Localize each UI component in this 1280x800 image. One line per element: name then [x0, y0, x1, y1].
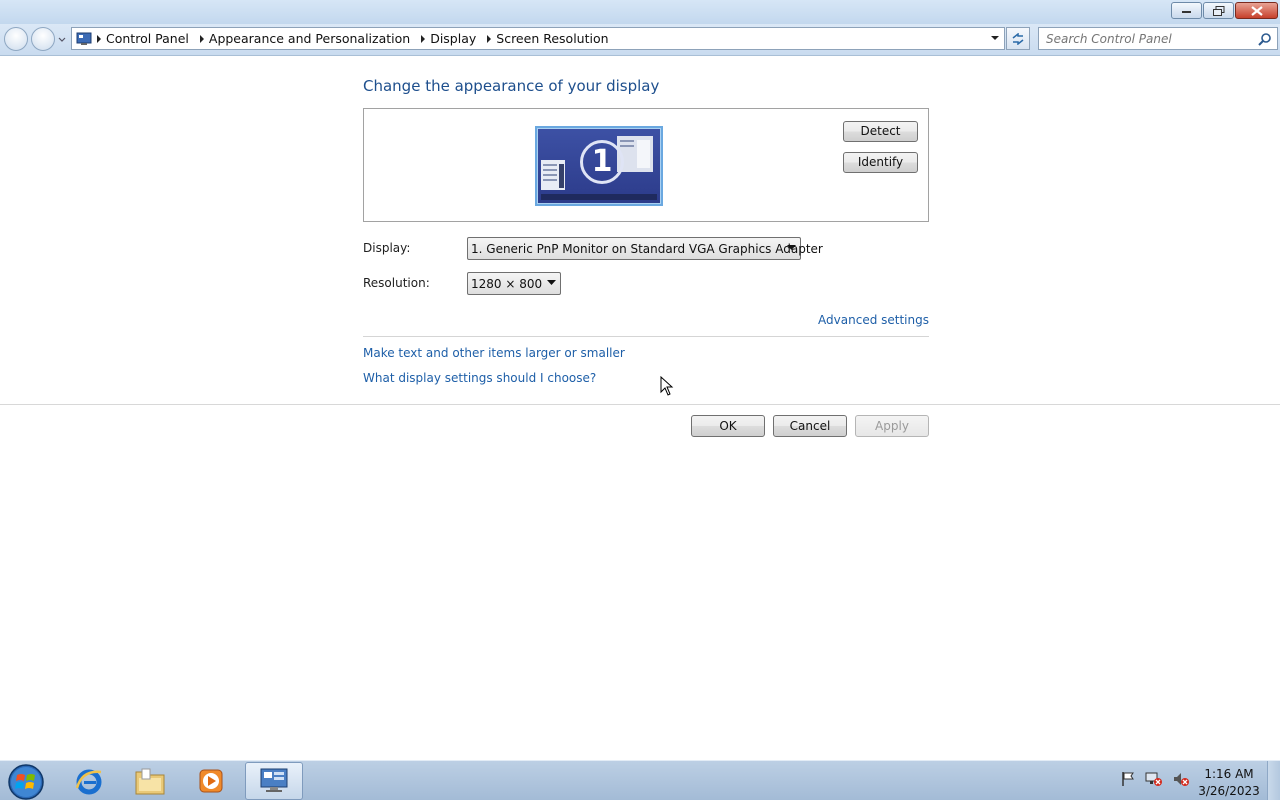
folder-icon — [135, 768, 165, 795]
start-button[interactable] — [6, 763, 46, 800]
refresh-icon — [1012, 32, 1024, 45]
mouse-cursor-icon — [660, 376, 674, 396]
detect-button[interactable]: Detect — [843, 121, 918, 142]
footer-divider — [0, 404, 1280, 405]
breadcrumb-appearance[interactable]: Appearance and Personalization — [209, 31, 416, 46]
refresh-button[interactable] — [1006, 27, 1030, 50]
chevron-down-icon — [547, 280, 556, 285]
address-history-dropdown-icon[interactable] — [990, 34, 1000, 42]
forward-button[interactable] — [31, 27, 55, 51]
display-select-value: 1. Generic PnP Monitor on Standard VGA G… — [471, 241, 823, 256]
divider — [363, 336, 929, 337]
search-icon[interactable] — [1258, 32, 1272, 46]
taskbar-windows-explorer[interactable] — [121, 762, 179, 800]
clock-time: 1:16 AM — [1204, 767, 1254, 781]
volume-muted-icon[interactable] — [1172, 771, 1190, 787]
clock-date: 3/26/2023 — [1198, 784, 1260, 798]
search-box[interactable] — [1038, 27, 1278, 50]
recent-pages-dropdown-icon[interactable] — [57, 35, 67, 45]
monitor-number: 1 — [580, 140, 624, 184]
action-center-flag-icon[interactable] — [1120, 771, 1136, 787]
close-icon — [1250, 5, 1263, 16]
window-titlebar — [0, 0, 1280, 24]
ok-button[interactable]: OK — [691, 415, 765, 437]
restore-icon — [1212, 5, 1224, 16]
cancel-button[interactable]: Cancel — [773, 415, 847, 437]
monitor-1-tile[interactable]: 1 — [535, 126, 663, 206]
taskbar-internet-explorer[interactable] — [60, 762, 118, 800]
taskbar-windows-media-player[interactable] — [182, 762, 240, 800]
address-bar[interactable]: Control Panel Appearance and Personaliza… — [71, 27, 1005, 50]
search-input[interactable] — [1039, 28, 1249, 49]
breadcrumb-screen-resolution[interactable]: Screen Resolution — [496, 31, 614, 46]
chevron-right-icon[interactable] — [416, 31, 430, 47]
resolution-select-value: 1280 × 800 — [471, 276, 543, 291]
display-select[interactable]: 1. Generic PnP Monitor on Standard VGA G… — [467, 237, 823, 260]
navigation-bar: Control Panel Appearance and Personaliza… — [0, 24, 1280, 56]
network-disconnected-icon[interactable] — [1145, 771, 1163, 787]
resolution-select[interactable]: 1280 × 800 — [467, 272, 561, 295]
identify-button[interactable]: Identify — [843, 152, 918, 173]
chevron-right-icon[interactable] — [482, 31, 496, 47]
chevron-right-icon[interactable] — [92, 31, 106, 47]
taskbar-control-panel[interactable] — [245, 762, 303, 800]
advanced-settings-link[interactable]: Advanced settings — [818, 313, 929, 327]
control-panel-icon — [76, 32, 92, 45]
chevron-down-icon — [787, 245, 796, 250]
internet-explorer-icon — [75, 769, 102, 795]
window-controls — [1170, 2, 1278, 19]
minimize-icon — [1181, 10, 1191, 13]
control-panel-icon — [260, 768, 288, 792]
minimize-button[interactable] — [1171, 2, 1202, 19]
system-clock[interactable]: 1:16 AM 3/26/2023 — [1196, 766, 1262, 800]
taskbar: 1:16 AM 3/26/2023 — [0, 760, 1280, 800]
resolution-label: Resolution: — [363, 276, 430, 290]
breadcrumb: Control Panel Appearance and Personaliza… — [92, 31, 615, 47]
chevron-right-icon[interactable] — [195, 31, 209, 47]
breadcrumb-display[interactable]: Display — [430, 31, 482, 46]
notification-area — [1120, 771, 1190, 787]
monitor-arrangement-panel: 1 Detect Identify — [363, 108, 929, 222]
show-desktop-button[interactable] — [1267, 761, 1280, 800]
restore-button[interactable] — [1203, 2, 1234, 19]
breadcrumb-control-panel[interactable]: Control Panel — [106, 31, 195, 46]
media-player-icon — [199, 769, 223, 793]
apply-button[interactable]: Apply — [855, 415, 929, 437]
display-settings-help-link[interactable]: What display settings should I choose? — [363, 371, 596, 385]
back-button[interactable] — [4, 27, 28, 51]
close-button[interactable] — [1235, 2, 1278, 19]
text-size-link[interactable]: Make text and other items larger or smal… — [363, 346, 625, 360]
page-title: Change the appearance of your display — [363, 77, 660, 95]
display-label: Display: — [363, 241, 411, 255]
